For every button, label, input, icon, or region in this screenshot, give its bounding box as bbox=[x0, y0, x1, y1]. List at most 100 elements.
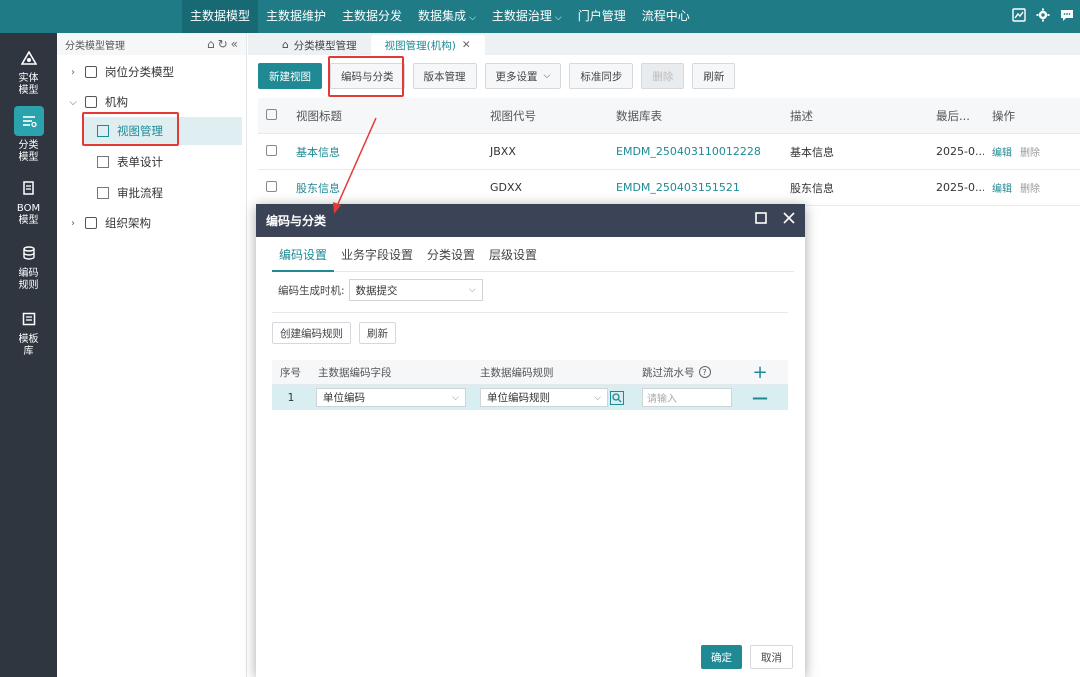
edit-link[interactable]: 编辑 bbox=[992, 184, 1012, 195]
code-timing-select[interactable]: 数据提交 ⌵ bbox=[348, 279, 483, 301]
view-title-link[interactable]: 基本信息 bbox=[288, 144, 482, 160]
db-table-link[interactable]: EMDM_250403110012228 bbox=[608, 145, 782, 158]
delete-link[interactable]: 删除 bbox=[1020, 184, 1040, 195]
code-classify-dialog: 编码与分类 编码设置 业务字段设置 分类设置 层级设置 编码生成时机: 数据提交… bbox=[256, 204, 805, 677]
rail-label: 模型 bbox=[18, 152, 39, 163]
view-title-link[interactable]: 股东信息 bbox=[288, 180, 482, 196]
nav-item-process-center[interactable]: 流程中心 bbox=[634, 0, 698, 33]
nav-item-data-governance[interactable]: 主数据治理 ⌵ bbox=[484, 0, 570, 33]
cube-icon bbox=[85, 66, 97, 78]
more-settings-button[interactable]: 更多设置 ⌵ bbox=[484, 63, 562, 89]
refresh-button[interactable]: 刷新 bbox=[692, 63, 736, 89]
column-header[interactable]: 视图标题 bbox=[288, 108, 482, 124]
table-row[interactable]: 基本信息 JBXX EMDM_250403110012228 基本信息 2025… bbox=[258, 134, 1080, 170]
column-header[interactable]: 描述 bbox=[782, 108, 928, 124]
view-table: 视图标题 视图代号 数据库表 描述 最后... 操作 基本信息 JBXX EMD… bbox=[258, 98, 1080, 206]
home-icon[interactable]: ⌂ bbox=[207, 37, 215, 51]
edit-link[interactable]: 编辑 bbox=[992, 148, 1012, 159]
table-row[interactable]: 股东信息 GDXX EMDM_250403151521 股东信息 2025-0.… bbox=[258, 170, 1080, 206]
code-table-row[interactable]: 1 单位编码 ⌵ 单位编码规则 ⌵ 请输入 — bbox=[272, 385, 788, 410]
left-icon-rail: 实体 模型 分类 模型 BOM 模型 编码 规则 模板 库 bbox=[0, 33, 57, 677]
message-icon[interactable] bbox=[1060, 8, 1074, 22]
code-field-table: 序号 主数据编码字段 主数据编码规则 跳过流水号 ? + 1 单位编码 ⌵ 单位… bbox=[272, 360, 788, 410]
help-icon[interactable]: ? bbox=[698, 366, 711, 378]
nav-item-portal[interactable]: 门户管理 bbox=[570, 0, 634, 33]
chevron-right-icon[interactable]: › bbox=[67, 218, 79, 229]
cube-icon bbox=[85, 96, 97, 108]
row-checkbox[interactable] bbox=[266, 144, 277, 156]
bom-model-icon bbox=[18, 177, 40, 199]
close-icon[interactable] bbox=[783, 212, 795, 227]
skip-serial-input[interactable]: 请输入 bbox=[642, 388, 732, 407]
refresh-icon[interactable]: ↻ bbox=[218, 37, 228, 51]
chart-icon[interactable] bbox=[1012, 8, 1026, 22]
tab-classify-settings[interactable]: 分类设置 bbox=[420, 244, 482, 272]
new-view-button[interactable]: 新建视图 bbox=[258, 63, 322, 89]
top-nav-bar: 主数据模型 主数据维护 主数据分发 数据集成 ⌵ 主数据治理 ⌵ 门户管理 流程中心 bbox=[0, 0, 1080, 33]
form-icon bbox=[97, 156, 109, 168]
tab-business-field-settings[interactable]: 业务字段设置 bbox=[334, 244, 420, 272]
tree-node-form-design[interactable]: 表单设计 bbox=[97, 149, 163, 175]
nav-item-data-integration[interactable]: 数据集成 ⌵ bbox=[410, 0, 484, 33]
column-header[interactable]: 最后... bbox=[928, 108, 984, 124]
nav-item-master-data-maintain[interactable]: 主数据维护 bbox=[258, 0, 334, 33]
rail-label: 编码 bbox=[18, 268, 39, 279]
gear-icon[interactable] bbox=[1036, 8, 1050, 22]
row-checkbox[interactable] bbox=[266, 180, 277, 192]
create-code-rule-button[interactable]: 创建编码规则 bbox=[272, 322, 351, 344]
tree-node-post-classify[interactable]: › 岗位分类模型 bbox=[67, 59, 174, 85]
confirm-button[interactable]: 确定 bbox=[701, 645, 742, 669]
tab-code-settings[interactable]: 编码设置 bbox=[272, 244, 335, 272]
db-table-link[interactable]: EMDM_250403151521 bbox=[608, 181, 782, 194]
delete-button[interactable]: 删除 bbox=[641, 63, 685, 89]
column-header[interactable]: 视图代号 bbox=[482, 108, 608, 124]
rail-item-classify-model[interactable]: 分类 模型 bbox=[0, 106, 57, 164]
tab-classify-model-management[interactable]: ⌂ 分类模型管理 bbox=[268, 35, 371, 55]
add-row-icon[interactable]: + bbox=[740, 362, 780, 383]
template-lib-icon bbox=[18, 308, 40, 330]
delete-link[interactable]: 删除 bbox=[1020, 148, 1040, 159]
search-icon[interactable] bbox=[610, 390, 624, 405]
view-desc: 股东信息 bbox=[790, 181, 834, 195]
rail-item-template-lib[interactable]: 模板 库 bbox=[0, 308, 57, 358]
chevron-down-icon: ⌵ bbox=[468, 285, 476, 295]
cube-icon bbox=[85, 217, 97, 229]
rail-item-code-rule[interactable]: 编码 规则 bbox=[0, 242, 57, 292]
tree-node-org-structure[interactable]: › 组织架构 bbox=[67, 210, 151, 236]
chevron-right-icon[interactable]: › bbox=[67, 67, 79, 78]
divider bbox=[272, 312, 788, 313]
code-rule-select[interactable]: 单位编码规则 ⌵ bbox=[480, 388, 608, 407]
dialog-title: 编码与分类 bbox=[266, 214, 327, 228]
version-management-button[interactable]: 版本管理 bbox=[412, 63, 477, 89]
rail-label: 规则 bbox=[18, 280, 39, 291]
tab-view-management[interactable]: 视图管理(机构) ✕ bbox=[370, 35, 485, 55]
dialog-refresh-button[interactable]: 刷新 bbox=[359, 322, 396, 344]
column-header[interactable]: 数据库表 bbox=[608, 108, 782, 124]
rail-label: 模板 bbox=[18, 334, 39, 345]
remove-row-icon[interactable]: — bbox=[740, 388, 780, 407]
highlight-box-code-classify bbox=[328, 56, 404, 97]
nav-item-master-data-distribute[interactable]: 主数据分发 bbox=[334, 0, 410, 33]
rail-item-entity-model[interactable]: 实体 模型 bbox=[0, 47, 57, 97]
tab-level-settings[interactable]: 层级设置 bbox=[482, 244, 544, 272]
select-all-checkbox[interactable] bbox=[266, 108, 277, 120]
dialog-footer: 确定 取消 bbox=[701, 645, 793, 669]
code-timing-label: 编码生成时机: bbox=[278, 284, 345, 297]
view-code: GDXX bbox=[490, 181, 523, 194]
collapse-icon[interactable]: « bbox=[231, 37, 238, 51]
chevron-down-icon: ⌵ bbox=[469, 13, 476, 23]
rail-item-bom-model[interactable]: BOM 模型 bbox=[0, 177, 57, 227]
code-field-select[interactable]: 单位编码 ⌵ bbox=[316, 388, 466, 407]
tree-title: 分类模型管理 bbox=[65, 40, 125, 52]
standard-sync-button[interactable]: 标准同步 bbox=[569, 63, 634, 89]
chevron-down-icon[interactable]: ⌵ bbox=[67, 97, 79, 108]
dialog-actions: 创建编码规则 刷新 bbox=[272, 322, 396, 344]
nav-item-master-data-model[interactable]: 主数据模型 bbox=[182, 0, 259, 33]
close-icon[interactable]: ✕ bbox=[462, 39, 471, 51]
home-icon: ⌂ bbox=[282, 39, 289, 51]
cancel-button[interactable]: 取消 bbox=[750, 645, 793, 669]
chevron-down-icon: ⌵ bbox=[543, 71, 551, 81]
highlight-box-view-management bbox=[82, 112, 179, 146]
tree-node-approval-flow[interactable]: 审批流程 bbox=[97, 180, 163, 206]
maximize-icon[interactable] bbox=[755, 212, 767, 227]
